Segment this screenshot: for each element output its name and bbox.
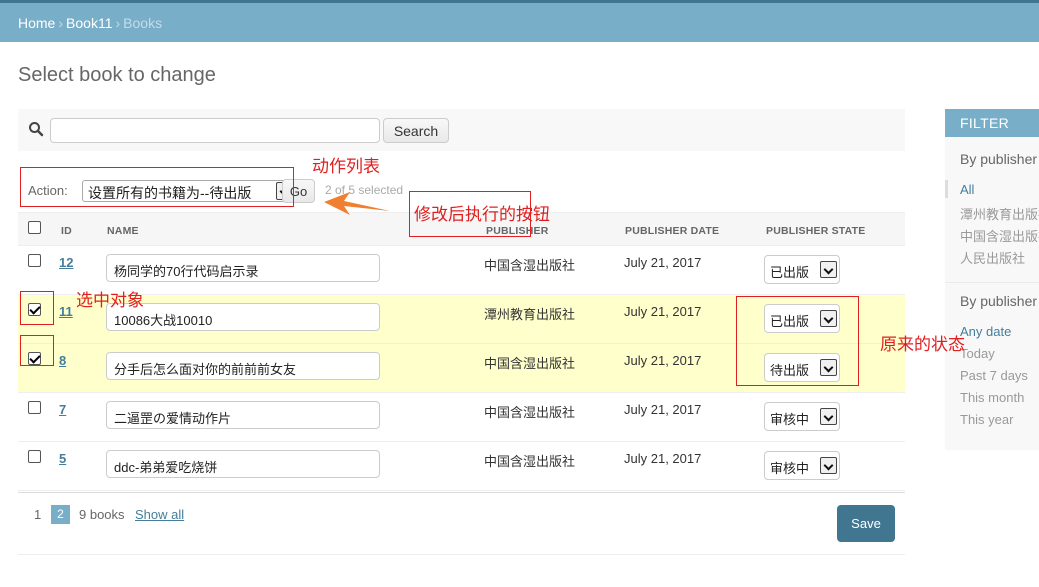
row-id-link[interactable]: 8 xyxy=(59,353,66,368)
result-count: 9 books xyxy=(79,507,125,522)
filter-panel: FILTER By publisher All 潭州教育出版社 中国含湿出版社 … xyxy=(945,109,1039,450)
filter-group-publisher: All 潭州教育出版社 中国含湿出版社 人民出版社 xyxy=(960,182,1039,270)
row-checkbox[interactable] xyxy=(28,254,41,267)
state-value: 审核中 xyxy=(770,461,810,476)
table-row: 5 ddc-弟弟爱吃烧饼 中国含湿出版社 July 21, 2017 审核中 xyxy=(18,442,905,491)
page-current: 2 xyxy=(51,505,70,524)
publisher-state-select[interactable]: 审核中 xyxy=(764,451,840,480)
column-header-publisher-date[interactable]: PUBLISHER DATE xyxy=(625,225,719,237)
publisher-cell: 中国含湿出版社 xyxy=(484,454,576,469)
publisher-cell: 中国含湿出版社 xyxy=(484,356,576,371)
publisher-date-cell: July 21, 2017 xyxy=(624,402,702,417)
filter-item[interactable]: This year xyxy=(960,412,1028,434)
breadcrumb-separator: › xyxy=(115,15,121,31)
save-button[interactable]: Save xyxy=(837,505,895,542)
filter-item[interactable]: 人民出版社 xyxy=(960,248,1039,270)
row-id-link[interactable]: 12 xyxy=(59,255,73,270)
filter-item[interactable]: This month xyxy=(960,390,1028,412)
arrow-left-icon xyxy=(324,192,390,215)
name-input[interactable]: 分手后怎么面对你的前前前女友 xyxy=(106,352,380,380)
filter-group-title: By publisher xyxy=(960,151,1038,167)
filter-item[interactable]: All xyxy=(960,182,1039,204)
table-row: 12 杨同学的70行代码启示录 中国含湿出版社 July 21, 2017 已出… xyxy=(18,246,905,295)
annotation-label-select: 选中对象 xyxy=(76,291,144,310)
publisher-date-cell: July 21, 2017 xyxy=(624,451,702,466)
search-input[interactable] xyxy=(50,118,380,143)
filter-group-date: Any date Today Past 7 days This month Th… xyxy=(960,324,1028,434)
filter-item[interactable]: Today xyxy=(960,346,1028,368)
annotation-label-state: 原来的状态 xyxy=(880,335,965,354)
state-value: 审核中 xyxy=(770,412,810,427)
annotation-box-state xyxy=(736,296,859,386)
name-input[interactable]: ddc-弟弟爱吃烧饼 xyxy=(106,450,380,478)
page-title: Select book to change xyxy=(18,64,216,86)
breadcrumb-app[interactable]: Book11 xyxy=(66,15,112,31)
filter-item[interactable]: 中国含湿出版社 xyxy=(960,226,1039,248)
annotation-label-action: 动作列表 xyxy=(312,157,380,176)
publisher-date-cell: July 21, 2017 xyxy=(624,304,702,319)
publisher-date-cell: July 21, 2017 xyxy=(624,353,702,368)
state-value: 已出版 xyxy=(770,265,810,280)
annotation-box-checkbox xyxy=(20,291,54,325)
row-id-link[interactable]: 7 xyxy=(59,402,66,417)
filter-title: FILTER xyxy=(945,109,1039,137)
show-all-link[interactable]: Show all xyxy=(135,507,184,522)
annotation-label-go: 修改后执行的按钮 xyxy=(414,205,550,224)
annotation-box-checkbox xyxy=(20,335,54,366)
publisher-state-select[interactable]: 已出版 xyxy=(764,255,840,284)
breadcrumb-separator: › xyxy=(58,15,64,31)
row-checkbox[interactable] xyxy=(28,450,41,463)
breadcrumb-current: Books xyxy=(123,15,163,31)
publisher-cell: 中国含湿出版社 xyxy=(484,258,576,273)
breadcrumb: Home › Book11 › Books xyxy=(18,15,162,31)
name-input[interactable]: 二逼罡の爱情动作片 xyxy=(106,401,380,429)
name-input[interactable]: 10086大战10010 xyxy=(106,303,380,331)
select-all-checkbox[interactable] xyxy=(28,221,41,234)
publisher-date-cell: July 21, 2017 xyxy=(624,255,702,270)
chevron-down-icon xyxy=(820,261,837,278)
chevron-down-icon xyxy=(820,457,837,474)
divider xyxy=(945,282,1039,283)
search-toolbar: Search xyxy=(18,109,905,151)
column-header-publisher-state[interactable]: PUBLISHER STATE xyxy=(766,225,865,237)
chevron-down-icon xyxy=(820,408,837,425)
name-input[interactable]: 杨同学的70行代码启示录 xyxy=(106,254,380,282)
filter-item[interactable]: 潭州教育出版社 xyxy=(960,204,1039,226)
page-link-1[interactable]: 1 xyxy=(34,507,41,522)
column-header-id[interactable]: ID xyxy=(61,225,72,237)
paginator: 1 2 9 books Show all Save xyxy=(18,492,905,555)
search-icon xyxy=(29,122,44,137)
filter-item[interactable]: Any date xyxy=(960,324,1028,346)
table-row: 7 二逼罡の爱情动作片 中国含湿出版社 July 21, 2017 审核中 xyxy=(18,393,905,442)
row-id-link[interactable]: 5 xyxy=(59,451,66,466)
filter-item[interactable]: Past 7 days xyxy=(960,368,1028,390)
filter-group-title: By publisher xyxy=(960,293,1038,309)
search-button[interactable]: Search xyxy=(383,118,449,143)
publisher-state-select[interactable]: 审核中 xyxy=(764,402,840,431)
row-id-link[interactable]: 11 xyxy=(59,304,73,319)
row-checkbox[interactable] xyxy=(28,401,41,414)
column-header-name[interactable]: NAME xyxy=(107,225,139,237)
header-bar: Home › Book11 › Books xyxy=(0,0,1039,42)
filter-selected-marker xyxy=(945,180,948,198)
annotation-box-action xyxy=(20,167,294,207)
publisher-cell: 中国含湿出版社 xyxy=(484,405,576,420)
publisher-cell: 潭州教育出版社 xyxy=(484,307,576,322)
breadcrumb-home[interactable]: Home xyxy=(18,15,55,31)
